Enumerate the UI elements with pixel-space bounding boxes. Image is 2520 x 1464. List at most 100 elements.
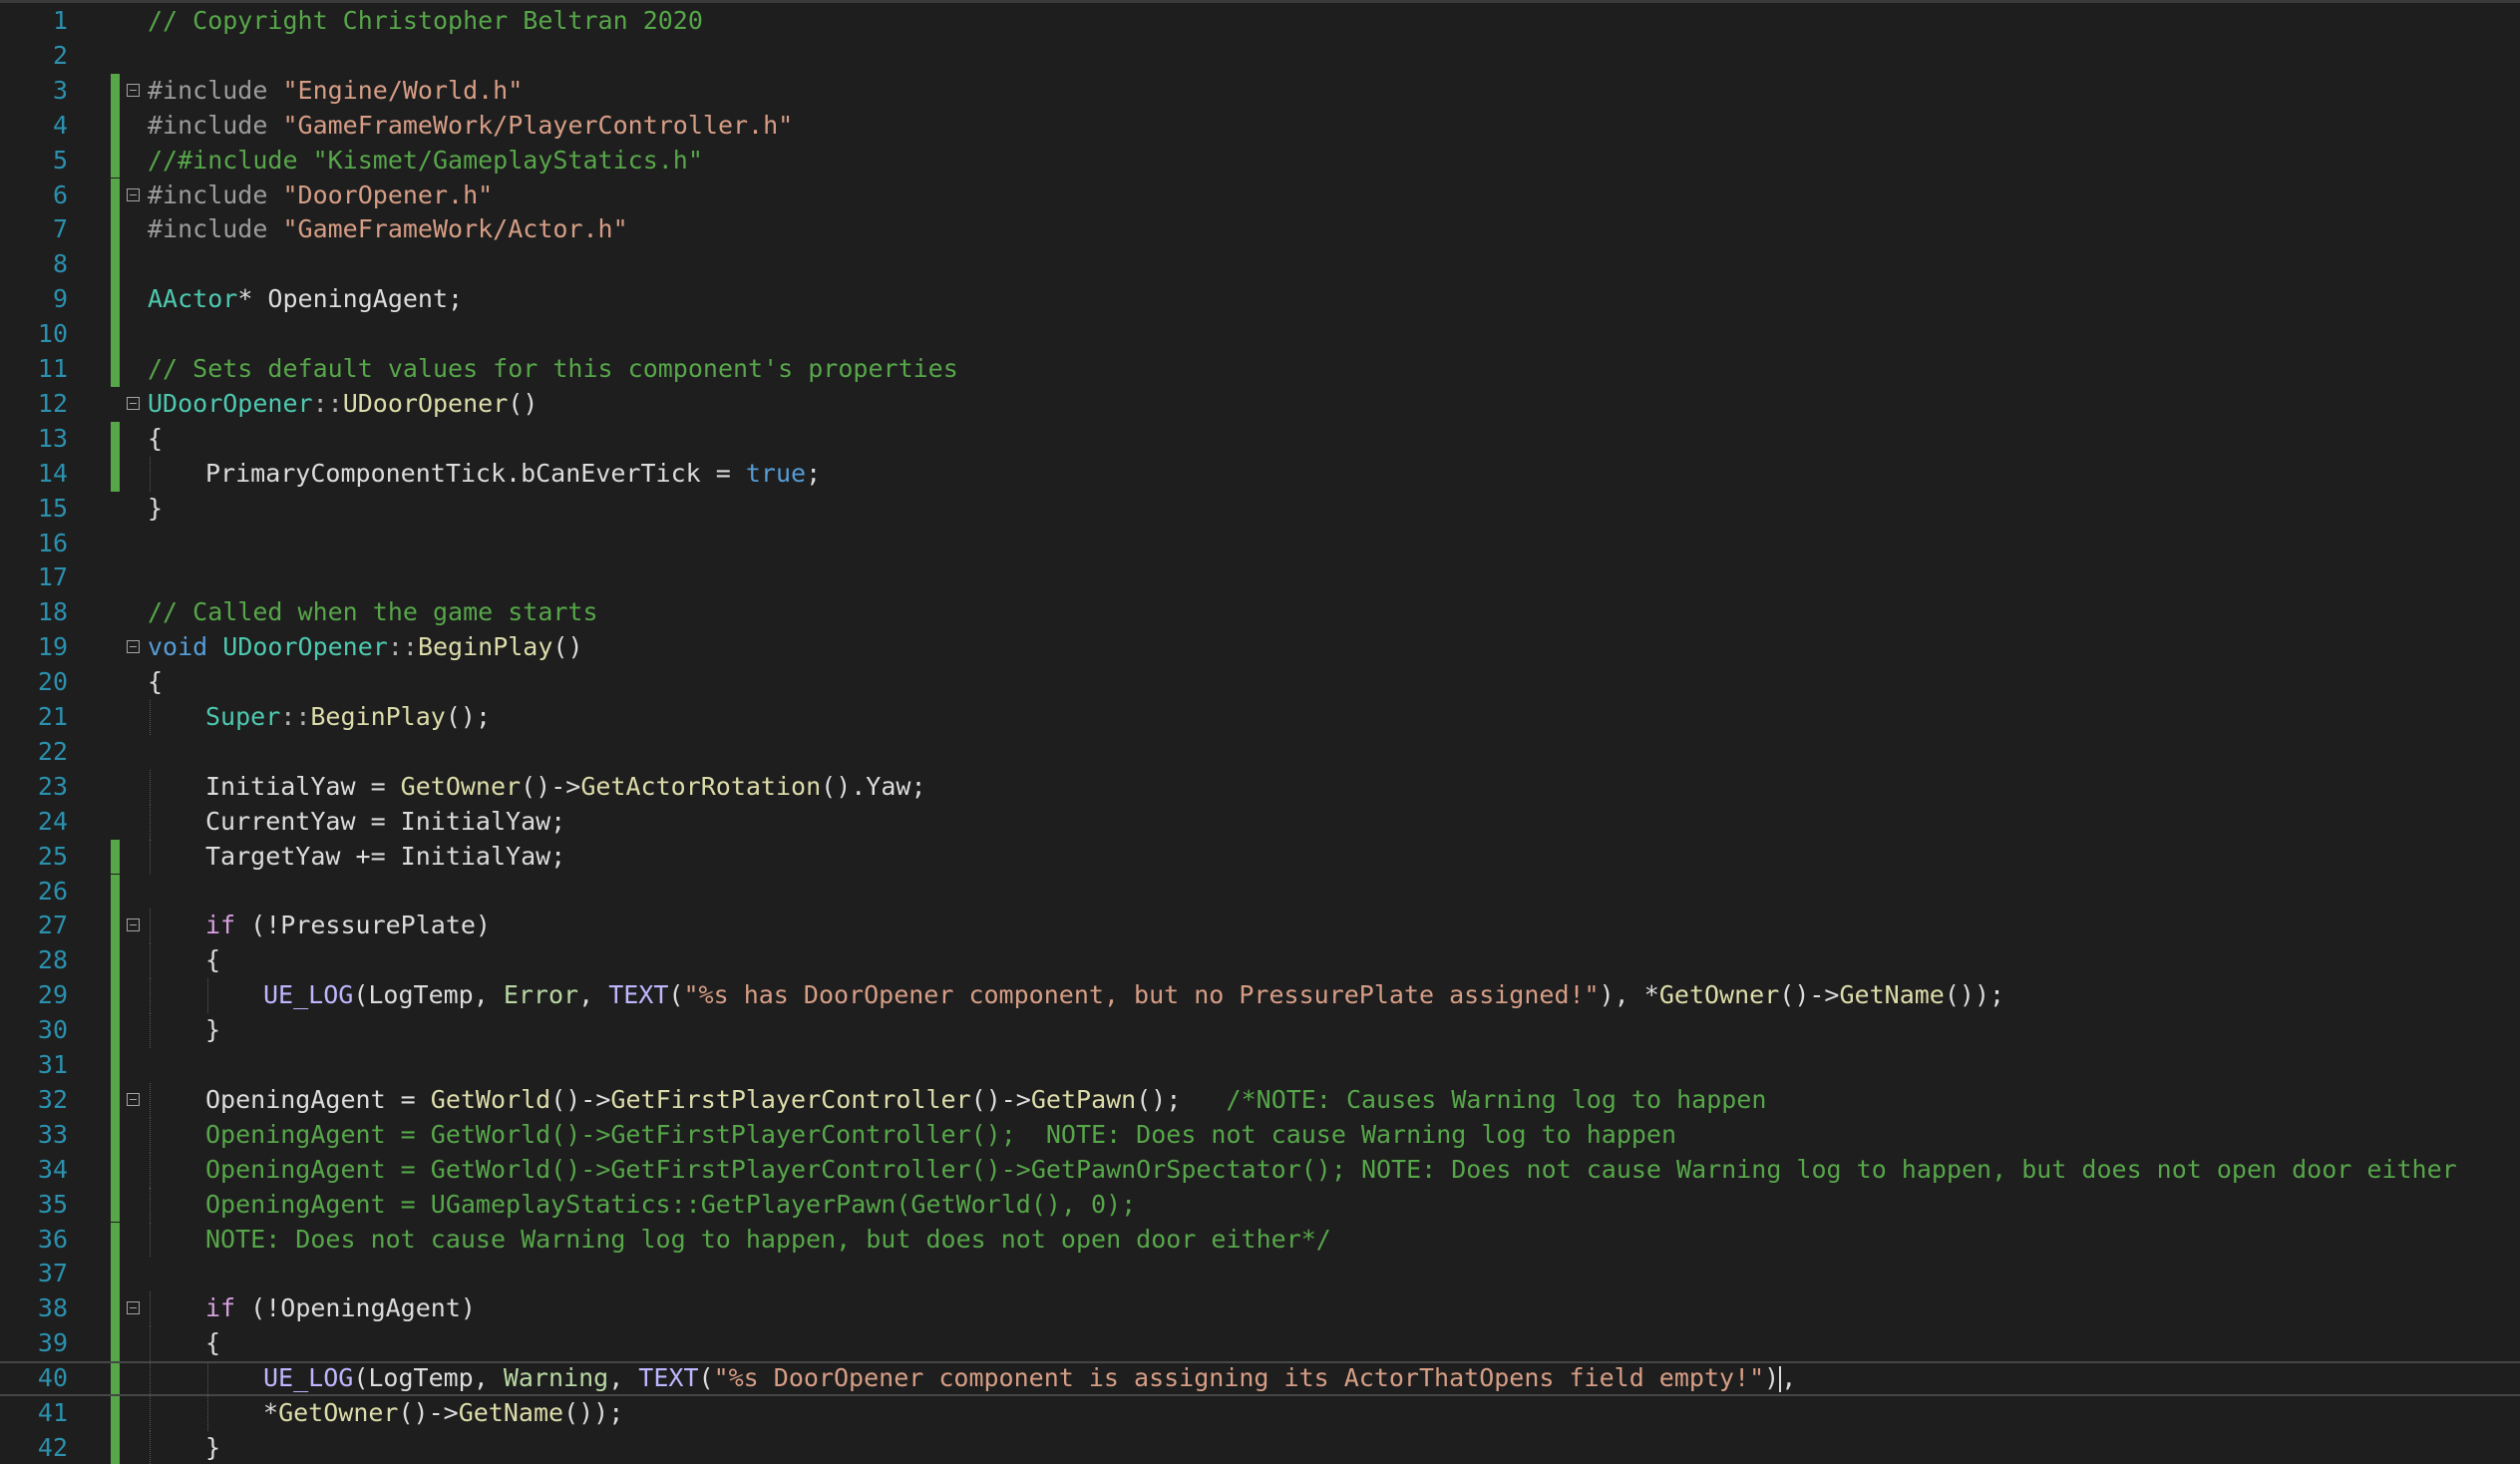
change-indicator	[111, 1048, 120, 1083]
line-number: 10	[37, 319, 68, 349]
change-indicator	[111, 1326, 120, 1362]
code-line[interactable]: 14 PrimaryComponentTick.bCanEverTick = tr…	[0, 456, 2520, 492]
code-line[interactable]: 34 OpeningAgent = GetWorld()->GetFirstPla…	[0, 1152, 2520, 1188]
code-line[interactable]: 8	[0, 247, 2520, 283]
code-line[interactable]: 35 OpeningAgent = UGameplayStatics::GetPl…	[0, 1187, 2520, 1223]
code-token-string: "DoorOpener.h"	[282, 180, 494, 209]
code-line[interactable]: 18 // Called when the game starts	[0, 595, 2520, 630]
line-number: 35	[37, 1189, 68, 1219]
change-indicator	[111, 4, 120, 39]
code-token-func: GetOwner	[1658, 980, 1780, 1010]
code-line[interactable]: 36 NOTE: Does not cause Warning log to ha…	[0, 1222, 2520, 1258]
code-line[interactable]: 3 #include "Engine/World.h"	[0, 73, 2520, 109]
code-line[interactable]: 6 #include "DoorOpener.h"	[0, 178, 2520, 213]
collapse-icon[interactable]	[127, 83, 140, 97]
code-line-current[interactable]: 40 UE_LOG(LogTemp, Warning, TEXT("%s Door…	[0, 1361, 2520, 1396]
code-text: OpeningAgent = GetWorld()->GetFirstPlaye…	[205, 1083, 1766, 1118]
code-text: *GetOwner()->GetName());	[263, 1396, 623, 1431]
line-number: 19	[37, 632, 68, 662]
code-token-macro: UE_LOG	[263, 980, 354, 1010]
change-indicator	[111, 421, 120, 457]
code-text: {	[148, 422, 163, 457]
code-line[interactable]: 12 UDoorOpener::UDoorOpener()	[0, 387, 2520, 422]
line-number: 40	[37, 1363, 68, 1393]
code-line[interactable]: 2	[0, 39, 2520, 74]
code-line[interactable]: 31	[0, 1048, 2520, 1083]
code-line[interactable]: 32 OpeningAgent = GetWorld()->GetFirstPla…	[0, 1082, 2520, 1118]
code-text: //#include "Kismet/GameplayStatics.h"	[148, 144, 703, 179]
code-token-comment: //#include "Kismet/GameplayStatics.h"	[148, 145, 703, 175]
code-text: OpeningAgent = GetWorld()->GetFirstPlaye…	[205, 1153, 2457, 1188]
indent-guide	[150, 978, 151, 1014]
line-number: 36	[37, 1224, 68, 1254]
collapse-icon[interactable]	[127, 918, 140, 932]
code-token-text: {	[148, 423, 164, 453]
code-token-enum: Error	[503, 980, 579, 1010]
change-indicator	[111, 909, 120, 944]
code-line[interactable]: 33 OpeningAgent = GetWorld()->GetFirstPla…	[0, 1117, 2520, 1153]
code-line[interactable]: 7 #include "GameFrameWork/Actor.h"	[0, 212, 2520, 248]
code-token-comment: // Sets default values for this componen…	[148, 354, 958, 383]
code-line[interactable]: 13 {	[0, 421, 2520, 457]
code-token-comment: OpeningAgent = GetWorld()->GetFirstPlaye…	[205, 1154, 2457, 1184]
code-line[interactable]: 4 #include "GameFrameWork/PlayerControlle…	[0, 108, 2520, 144]
code-line[interactable]: 25 TargetYaw += InitialYaw;	[0, 839, 2520, 875]
code-line[interactable]: 21 Super::BeginPlay();	[0, 700, 2520, 735]
collapse-icon[interactable]	[127, 187, 140, 201]
code-editor[interactable]: 1// Copyright Christopher Beltran 2020 2 3…	[0, 0, 2520, 1464]
code-line[interactable]: 28 {	[0, 943, 2520, 979]
code-token-func: GetFirstPlayerController	[610, 1084, 971, 1114]
code-text: {	[205, 943, 220, 978]
code-line[interactable]: 39 {	[0, 1326, 2520, 1362]
change-indicator	[111, 1082, 120, 1118]
collapse-icon[interactable]	[127, 1301, 140, 1315]
code-line[interactable]: 10	[0, 317, 2520, 352]
change-indicator	[111, 770, 120, 805]
code-token-string: "GameFrameWork/PlayerController.h"	[282, 110, 794, 140]
code-line[interactable]: 38 if (!OpeningAgent)	[0, 1291, 2520, 1327]
change-indicator	[111, 143, 120, 179]
code-line[interactable]: 37	[0, 1257, 2520, 1292]
indent-guide	[150, 1013, 151, 1048]
code-token-text: ()	[508, 388, 539, 418]
code-line[interactable]: 23 InitialYaw = GetOwner()->GetActorRotat…	[0, 769, 2520, 805]
code-token-op: ::	[280, 702, 311, 731]
code-line[interactable]: 16	[0, 527, 2520, 561]
line-number: 38	[37, 1293, 68, 1323]
code-line[interactable]: 11 // Sets default values for this compon…	[0, 352, 2520, 387]
indent-guide	[150, 804, 151, 840]
indent-guide	[150, 1291, 151, 1327]
code-line[interactable]: 22	[0, 735, 2520, 770]
code-text: OpeningAgent = GetWorld()->GetFirstPlaye…	[205, 1118, 1676, 1153]
line-number: 5	[52, 145, 68, 175]
collapse-icon[interactable]	[127, 396, 140, 410]
line-number: 31	[37, 1050, 68, 1079]
code-line[interactable]: 9 AActor* OpeningAgent;	[0, 282, 2520, 318]
code-line[interactable]: 29 UE_LOG(LogTemp, Error, TEXT("%s has Do…	[0, 978, 2520, 1014]
line-number: 33	[37, 1119, 68, 1149]
code-line[interactable]: 19 void UDoorOpener::BeginPlay()	[0, 630, 2520, 665]
code-line[interactable]: 1 // Copyright Christopher Beltran 2020	[0, 4, 2520, 39]
code-line[interactable]: 17	[0, 560, 2520, 595]
line-number: 26	[37, 876, 68, 906]
code-token-preproc: #include	[148, 75, 283, 105]
code-token-text: (LogTemp,	[353, 980, 504, 1010]
code-token-comment: OpeningAgent = UGameplayStatics::GetPlay…	[205, 1189, 1137, 1219]
change-indicator	[111, 665, 120, 700]
code-line[interactable]: 5 //#include "Kismet/GameplayStatics.h"	[0, 143, 2520, 179]
code-token-comment: // Copyright Christopher Beltran 2020	[148, 6, 703, 35]
code-line[interactable]: 30}	[0, 1013, 2520, 1048]
collapse-icon[interactable]	[127, 640, 140, 654]
code-line[interactable]: 24 CurrentYaw = InitialYaw;	[0, 804, 2520, 840]
code-token-control: if	[205, 911, 236, 940]
code-line[interactable]: 41 *GetOwner()->GetName());	[0, 1396, 2520, 1431]
code-token-text: ,	[1781, 1363, 1797, 1393]
code-line[interactable]: 20 {	[0, 665, 2520, 700]
code-line[interactable]: 42}	[0, 1430, 2520, 1464]
change-indicator	[111, 630, 120, 665]
code-line[interactable]: 27 if (!PressurePlate)	[0, 909, 2520, 944]
indent-guide	[150, 839, 151, 875]
code-line[interactable]: 15}	[0, 492, 2520, 527]
code-line[interactable]: 26	[0, 874, 2520, 910]
collapse-icon[interactable]	[127, 1092, 140, 1106]
